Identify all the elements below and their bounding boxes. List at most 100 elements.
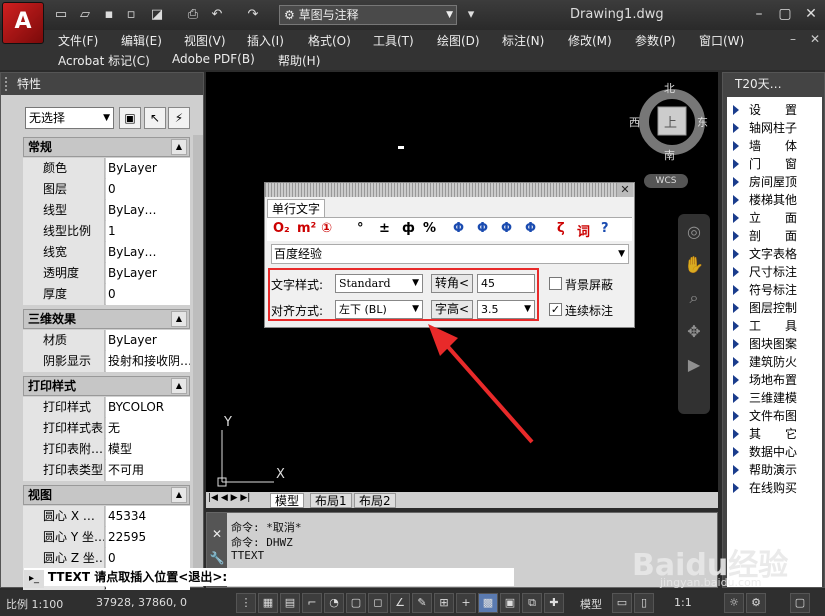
osnap-icon[interactable]: ▢ <box>346 593 366 613</box>
close-icon[interactable]: ✕ <box>617 183 633 197</box>
square-meter-icon[interactable]: m² <box>297 221 316 236</box>
property-row[interactable]: 透明度 ByLayer <box>23 263 190 284</box>
property-value[interactable]: BYCOLOR <box>106 397 190 418</box>
dyn-icon[interactable]: ⊞ <box>434 593 454 613</box>
zoom-icon[interactable]: ⌕ <box>678 288 710 308</box>
property-row[interactable]: 打印样式 BYCOLOR <box>23 397 190 418</box>
transparency-icon[interactable]: ▩ <box>478 593 498 613</box>
steel-bar-4-icon[interactable]: Φ <box>525 221 536 236</box>
steel-bar-2-icon[interactable]: Φ <box>477 221 488 236</box>
property-row[interactable]: 打印样式表无 <box>23 418 190 439</box>
tab-layout1[interactable]: 布局1 <box>310 493 352 508</box>
annotation-scale[interactable]: 1:1 <box>674 596 692 609</box>
menu-modify[interactable]: 修改(M) <box>568 32 612 49</box>
t20-menu-item[interactable]: 文件布图 <box>727 407 822 425</box>
t20-menu-item[interactable]: 图层控制 <box>727 299 822 317</box>
ducs-icon[interactable]: ✎ <box>412 593 432 613</box>
fullscreen-icon[interactable]: ▢ <box>790 593 810 613</box>
workspace-switch-icon[interactable]: ⚙ <box>746 593 766 613</box>
word-library-icon[interactable]: 词 <box>577 221 590 240</box>
model-space-label[interactable]: 模型 <box>580 596 602 612</box>
plus-minus-icon[interactable]: ± <box>379 221 390 236</box>
help-icon[interactable]: ? <box>601 221 609 236</box>
property-row[interactable]: 厚度 0 <box>23 284 190 305</box>
lineweight-icon[interactable]: + <box>456 593 476 613</box>
snap-icon[interactable]: ▦ <box>258 593 278 613</box>
property-value[interactable]: 0 <box>106 284 190 305</box>
selection-cycling-icon[interactable]: ⧉ <box>522 593 542 613</box>
section-plot-style[interactable]: 打印样式 ▲ <box>23 376 190 396</box>
property-value[interactable]: ByLayer <box>106 158 190 179</box>
doc-close-icon[interactable]: ✕ <box>810 32 820 46</box>
collapse-icon[interactable]: ▲ <box>171 378 187 394</box>
steering-wheel-icon[interactable]: ◎ <box>678 222 710 241</box>
steel-bar-3-icon[interactable]: Φ <box>501 221 512 236</box>
viewcube-south[interactable]: 南 <box>664 147 675 163</box>
wcs-menu[interactable]: WCS <box>644 174 688 188</box>
t20-menu-item[interactable]: 其 它 <box>727 425 822 443</box>
select-objects-icon[interactable]: ↖ <box>144 107 166 129</box>
orbit-icon[interactable]: ✥ <box>678 322 710 341</box>
t20-menu-item[interactable]: 图块图案 <box>727 335 822 353</box>
property-row[interactable]: 材质 ByLayer <box>23 330 190 351</box>
t20-menu-item[interactable]: 楼梯其他 <box>727 191 822 209</box>
t20-menu-item[interactable]: 在线购买 <box>727 479 822 497</box>
menu-view[interactable]: 视图(V) <box>184 32 226 49</box>
close-command-icon[interactable]: ✕ <box>207 527 227 541</box>
annotation-monitor-icon[interactable]: ✚ <box>544 593 564 613</box>
customize-icon[interactable]: 🔧 <box>207 551 227 565</box>
publish-icon[interactable]: ◪ <box>148 6 166 24</box>
property-row[interactable]: 图层 0 <box>23 179 190 200</box>
t20-menu-item[interactable]: 尺寸标注 <box>727 263 822 281</box>
t20-menu-item[interactable]: 墙 体 <box>727 137 822 155</box>
app-logo[interactable]: A <box>2 2 44 44</box>
oxygen-subscript-icon[interactable]: O₂ <box>273 221 290 236</box>
menu-dimension[interactable]: 标注(N) <box>502 32 544 49</box>
section-general[interactable]: 常规 ▲ <box>23 137 190 157</box>
quick-access-menu-icon[interactable]: ▾ <box>462 6 480 24</box>
steel-bar-1-icon[interactable]: Φ <box>453 221 464 236</box>
properties-scrollbar[interactable] <box>193 135 203 585</box>
viewcube-north[interactable]: 北 <box>664 80 675 96</box>
property-value[interactable]: 无 <box>106 418 190 439</box>
collapse-icon[interactable]: ▲ <box>171 487 187 503</box>
t20-menu-item[interactable]: 剖 面 <box>727 227 822 245</box>
section-view[interactable]: 视图 ▲ <box>23 485 190 505</box>
viewcube-top-face[interactable]: 上 <box>664 112 677 131</box>
undo-icon[interactable]: ↶ <box>208 6 226 24</box>
property-value[interactable]: ByLayer <box>106 330 190 351</box>
property-row[interactable]: 线型 ByLay… <box>23 200 190 221</box>
property-value[interactable]: ByLayer <box>106 263 190 284</box>
property-row[interactable]: 圆心 X … 45334 <box>23 506 190 527</box>
collapse-icon[interactable]: ▲ <box>171 139 187 155</box>
property-row[interactable]: 线宽 ByLay… <box>23 242 190 263</box>
property-value[interactable]: 0 <box>106 179 190 200</box>
property-value[interactable]: 1 <box>106 221 190 242</box>
menu-file[interactable]: 文件(F) <box>58 32 98 49</box>
quick-view-layouts-icon[interactable]: ▭ <box>612 593 632 613</box>
toggle-pickadd-icon[interactable]: ▣ <box>119 107 141 129</box>
menu-acrobat[interactable]: Acrobat 标记(C) <box>58 52 150 69</box>
new-file-icon[interactable]: ▭ <box>52 6 70 24</box>
otrack-icon[interactable]: ∠ <box>390 593 410 613</box>
minimize-icon[interactable]: – <box>746 4 772 24</box>
property-row[interactable]: 线型比例 1 <box>23 221 190 242</box>
t20-menu-item[interactable]: 三维建模 <box>727 389 822 407</box>
property-row[interactable]: 打印表类型 不可用 <box>23 460 190 481</box>
property-row[interactable]: 颜色 ByLayer <box>23 158 190 179</box>
t20-menu-item[interactable]: 工 具 <box>727 317 822 335</box>
percent-icon[interactable]: % <box>423 221 436 236</box>
quick-view-drawings-icon[interactable]: ▯ <box>634 593 654 613</box>
property-value[interactable]: 投射和接收阴… <box>106 351 190 372</box>
doc-minimize-icon[interactable]: – <box>790 32 796 46</box>
degree-icon[interactable]: ° <box>357 221 364 236</box>
viewcube-east[interactable]: 东 <box>697 114 708 130</box>
quick-properties-icon[interactable]: ▣ <box>500 593 520 613</box>
property-row[interactable]: 圆心 Z 坐… 0 <box>23 548 190 569</box>
dialog-drag-handle[interactable] <box>265 183 634 197</box>
t20-menu-item[interactable]: 帮助演示 <box>727 461 822 479</box>
menu-help[interactable]: 帮助(H) <box>278 52 320 69</box>
scale-readout[interactable]: 比例 1:100 <box>6 596 63 612</box>
lightbulb-icon[interactable]: ☼ <box>724 593 744 613</box>
showmotion-icon[interactable]: ▶ <box>678 355 710 374</box>
